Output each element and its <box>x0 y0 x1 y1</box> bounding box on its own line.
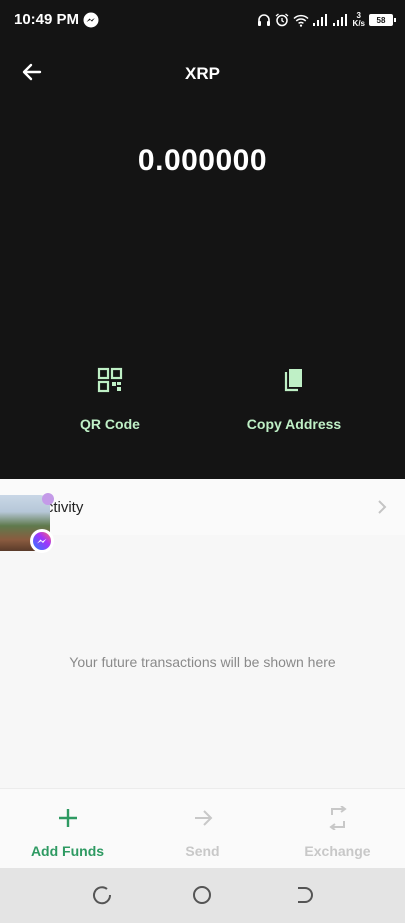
chat-head-bubble[interactable] <box>0 493 54 555</box>
qr-code-icon <box>90 360 130 400</box>
messenger-badge-icon <box>30 529 54 553</box>
system-navigation-bar <box>0 868 405 923</box>
status-bar: 10:49 PM 3 K/s 58 <box>0 0 405 40</box>
plus-icon <box>58 809 77 827</box>
exchange-icon <box>328 806 347 830</box>
alarm-icon <box>275 13 288 27</box>
page-title: XRP <box>185 64 220 83</box>
recent-activity-row[interactable]: nt Activity <box>0 479 405 535</box>
wallet-header-panel: 10:49 PM 3 K/s 58 XRP 0.000000 QR Code C… <box>0 0 405 479</box>
balance-amount: 0.000000 <box>137 144 268 177</box>
send-label: Send <box>185 843 220 859</box>
battery-icon: 58 <box>369 14 396 26</box>
status-time: 10:49 PM <box>14 11 80 28</box>
back-icon[interactable] <box>292 883 316 907</box>
empty-activity-message: Your future transactions will be shown h… <box>69 654 336 670</box>
bottom-action-bar: Add Funds Send Exchange <box>0 788 405 868</box>
network-speed-unit: K/s <box>352 19 365 28</box>
add-funds-label: Add Funds <box>30 843 105 859</box>
network-speed: 3 K/s <box>353 12 365 28</box>
wifi-icon <box>293 14 309 27</box>
add-funds-button[interactable]: Add Funds <box>0 789 135 869</box>
send-button[interactable]: Send <box>135 789 270 869</box>
headphones-icon <box>257 14 270 26</box>
home-icon[interactable] <box>190 883 214 907</box>
qr-code-label: QR Code <box>80 416 140 432</box>
recents-icon[interactable] <box>90 883 114 907</box>
signal-icon <box>312 14 347 26</box>
copy-icon <box>274 360 314 400</box>
battery-level: 58 <box>376 15 386 25</box>
exchange-label: Exchange <box>304 843 371 859</box>
status-icons: 3 K/s 58 <box>257 10 396 30</box>
copy-address-button[interactable]: Copy Address <box>214 360 374 432</box>
exchange-button[interactable]: Exchange <box>270 789 405 869</box>
qr-code-button[interactable]: QR Code <box>30 360 190 432</box>
messenger-icon <box>83 12 99 28</box>
arrow-right-icon <box>194 810 212 826</box>
copy-address-label: Copy Address <box>246 416 342 432</box>
unread-dot <box>42 493 54 505</box>
chevron-right-icon <box>378 500 387 514</box>
